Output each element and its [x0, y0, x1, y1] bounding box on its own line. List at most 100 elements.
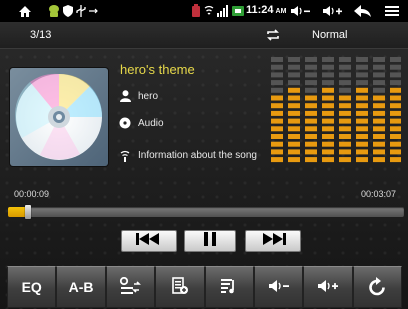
- spectrum-cell: [288, 80, 300, 86]
- spectrum-cell: [271, 110, 283, 116]
- spectrum-cell: [322, 134, 334, 139]
- spectrum-cell: [339, 103, 351, 109]
- spectrum-cell: [322, 157, 334, 163]
- next-button[interactable]: [245, 230, 301, 252]
- spectrum-cell: [373, 110, 385, 116]
- spectrum-cell: [322, 118, 334, 124]
- spectrum-cell: [271, 64, 283, 70]
- playlist-icon: [171, 276, 189, 298]
- spectrum-visualizer: [271, 57, 401, 163]
- spectrum-cell: [356, 126, 368, 132]
- spectrum-cell: [373, 134, 385, 139]
- volume-up-button[interactable]: [303, 266, 353, 308]
- spectrum-cell: [339, 57, 351, 62]
- spectrum-cell: [390, 110, 401, 116]
- broadcast-icon: [118, 149, 132, 162]
- spectrum-cell: [390, 64, 401, 70]
- spectrum-cell: [322, 110, 334, 116]
- refresh-icon: [368, 276, 386, 299]
- signal-icon: [216, 3, 229, 19]
- spectrum-cell: [271, 141, 283, 147]
- spectrum-cell: [373, 141, 385, 147]
- menu-icon[interactable]: [385, 3, 399, 19]
- spectrum-cell: [288, 126, 300, 132]
- spectrum-cell: [288, 87, 300, 93]
- play-mode-label[interactable]: Normal: [312, 29, 347, 41]
- spectrum-cell: [288, 157, 300, 163]
- spectrum-cell: [305, 157, 317, 163]
- battery-low-icon: [190, 3, 202, 19]
- spectrum-cell: [271, 126, 283, 132]
- artist-name: hero: [138, 90, 159, 102]
- spectrum-cell: [356, 80, 368, 86]
- spectrum-cell: [305, 103, 317, 109]
- spectrum-cell: [356, 157, 368, 163]
- ab-repeat-button[interactable]: A-B: [56, 266, 106, 308]
- spectrum-cell: [390, 80, 401, 86]
- volume-down-icon: [268, 279, 290, 296]
- volume-up-icon[interactable]: [322, 3, 344, 19]
- spectrum-cell: [305, 64, 317, 70]
- playlist-button[interactable]: [155, 266, 205, 308]
- spectrum-cell: [322, 149, 334, 155]
- spectrum-cell: [373, 126, 385, 132]
- spectrum-cell: [356, 134, 368, 139]
- return-button[interactable]: [352, 266, 402, 308]
- spectrum-cell: [339, 95, 351, 101]
- home-icon[interactable]: [18, 3, 32, 19]
- spectrum-cell: [339, 72, 351, 78]
- spectrum-cell: [339, 149, 351, 155]
- spectrum-cell: [271, 149, 283, 155]
- spectrum-cell: [356, 95, 368, 101]
- spectrum-cell: [288, 103, 300, 109]
- disc-icon: [118, 117, 132, 129]
- spectrum-cell: [288, 95, 300, 101]
- elapsed-time: 00:00:09: [14, 189, 50, 199]
- spectrum-cell: [339, 80, 351, 86]
- spectrum-cell: [288, 149, 300, 155]
- spectrum-cell: [339, 110, 351, 116]
- volume-down-button[interactable]: [253, 266, 304, 308]
- eq-button[interactable]: EQ: [7, 266, 57, 308]
- spectrum-cell: [305, 118, 317, 124]
- repeat-icon[interactable]: [266, 28, 280, 41]
- spectrum-cell: [356, 72, 368, 78]
- total-time: 00:03:07: [360, 189, 396, 199]
- previous-button[interactable]: [121, 230, 177, 252]
- album-row: Audio: [118, 117, 164, 129]
- track-count: 3/13: [30, 29, 52, 41]
- back-icon[interactable]: [354, 3, 372, 19]
- spectrum-cell: [322, 103, 334, 109]
- spectrum-cell: [390, 87, 401, 93]
- spectrum-cell: [339, 157, 351, 163]
- spectrum-cell: [271, 57, 283, 62]
- spectrum-cell: [305, 126, 317, 132]
- spectrum-cell: [339, 64, 351, 70]
- spectrum-cell: [305, 80, 317, 86]
- spectrum-cell: [339, 134, 351, 139]
- spectrum-cell: [288, 72, 300, 78]
- song-title: hero's theme: [120, 62, 195, 77]
- pause-button[interactable]: [184, 230, 236, 252]
- spectrum-cell: [373, 118, 385, 124]
- volume-up-icon: [317, 279, 339, 296]
- usb-icon: [75, 3, 86, 19]
- spectrum-cell: [356, 118, 368, 124]
- lyrics-button[interactable]: [204, 266, 254, 308]
- spectrum-cell: [356, 141, 368, 147]
- spectrum-cell: [305, 95, 317, 101]
- progress-bar[interactable]: [8, 205, 404, 219]
- spectrum-cell: [339, 141, 351, 147]
- volume-down-icon[interactable]: [290, 3, 312, 19]
- progress-thumb[interactable]: [24, 205, 31, 219]
- spectrum-cell: [390, 141, 401, 147]
- play-order-button[interactable]: [105, 266, 156, 308]
- spectrum-cell: [305, 72, 317, 78]
- spectrum-cell: [390, 95, 401, 101]
- usb-icon: [88, 3, 98, 19]
- play-order-icon: [119, 276, 142, 298]
- spectrum-cell: [373, 72, 385, 78]
- spectrum-cell: [271, 72, 283, 78]
- spectrum-cell: [288, 64, 300, 70]
- status-bar: 11:24 AM: [0, 0, 408, 22]
